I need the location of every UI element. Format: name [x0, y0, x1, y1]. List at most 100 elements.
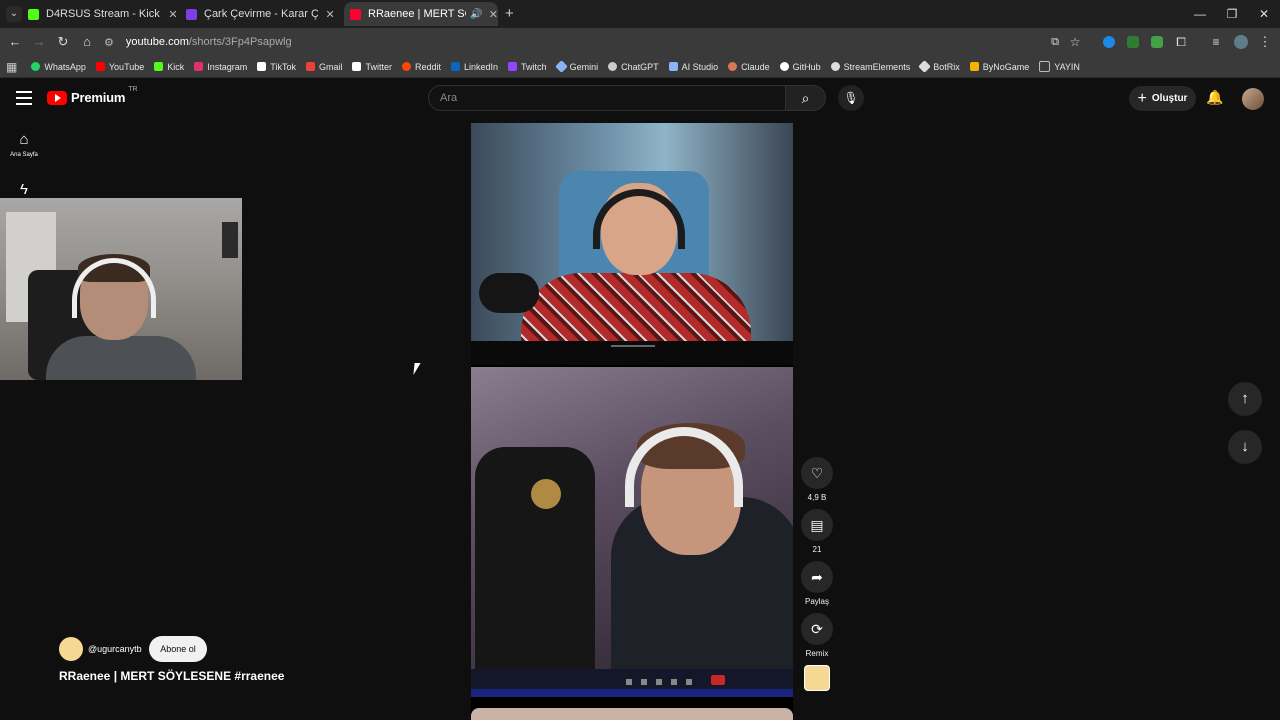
- botrix-icon: [918, 60, 932, 73]
- bookmark-github[interactable]: GitHub: [779, 62, 821, 72]
- claude-icon: [728, 62, 738, 71]
- bookmark-botrix[interactable]: BotRix: [918, 60, 960, 73]
- youtube-shorts-page: Premium TR Ara ⌕ 🎙 + Oluştur 🔔 ⌂ Ana Say…: [0, 79, 1280, 720]
- tab-kick-dashboard[interactable]: D4RSUS Stream - Kick Dashboo ✕: [28, 2, 178, 26]
- close-tab-icon[interactable]: ✕: [324, 8, 336, 21]
- heart-icon: ♡: [801, 457, 833, 489]
- gmail-icon: [305, 62, 315, 71]
- tab-search-button[interactable]: ⌄: [6, 6, 22, 22]
- bookmarks-bar: ▦ WhatsApp YouTube Kick Instagram TikTok…: [0, 56, 1280, 78]
- share-label: Paylaş: [804, 597, 829, 606]
- site-info-icon[interactable]: ⚙: [104, 36, 114, 49]
- forward-icon[interactable]: →: [31, 34, 47, 50]
- search-input[interactable]: Ara: [428, 85, 786, 111]
- next-short-preview[interactable]: [471, 708, 793, 720]
- bookmark-whatsapp[interactable]: WhatsApp: [31, 62, 86, 72]
- tiktok-icon: [257, 62, 267, 71]
- mouse-cursor: [413, 363, 421, 375]
- bookmark-star-icon[interactable]: ☆: [1067, 34, 1083, 50]
- bookmark-label: ChatGPT: [621, 61, 659, 72]
- previous-short-button[interactable]: ↑: [1228, 382, 1262, 416]
- share-button[interactable]: ➦ Paylaş: [801, 561, 833, 606]
- home-icon[interactable]: ⌂: [79, 34, 95, 50]
- bookmark-twitch[interactable]: Twitch: [508, 62, 547, 72]
- sidebar-item-home[interactable]: ⌂ Ana Sayfa: [0, 131, 48, 158]
- bynogame-icon: [969, 62, 979, 71]
- shorts-video-player[interactable]: [471, 123, 793, 720]
- bookmark-linkedin[interactable]: LinkedIn: [451, 62, 498, 72]
- restore-button[interactable]: ❐: [1216, 0, 1248, 28]
- bookmark-ai-studio[interactable]: AI Studio: [668, 61, 719, 72]
- new-tab-button[interactable]: +: [505, 5, 514, 22]
- tab-youtube-short[interactable]: RRaenee | MERT SÖYLESENE 🔊 ✕: [344, 2, 498, 26]
- region-code: TR: [128, 86, 138, 93]
- notifications-bell-icon[interactable]: 🔔: [1206, 89, 1223, 106]
- youtube-premium-logo[interactable]: Premium TR: [47, 86, 138, 105]
- browser-menu-icon[interactable]: ⋮: [1257, 34, 1273, 50]
- audio-playing-icon[interactable]: 🔊: [470, 9, 482, 20]
- address-field[interactable]: ⚙ youtube.com/shorts/3Fp4Psapwlg: [104, 30, 1104, 54]
- short-title[interactable]: RRaenee | MERT SÖYLESENE #rraenee: [59, 669, 284, 683]
- close-window-button[interactable]: ✕: [1248, 0, 1280, 28]
- tab-title: D4RSUS Stream - Kick Dashboo: [46, 8, 162, 20]
- extensions-puzzle-icon[interactable]: ⧠: [1173, 34, 1189, 50]
- bookmark-label: LinkedIn: [464, 61, 499, 72]
- arrow-down-icon: ↓: [1241, 438, 1249, 455]
- reload-icon[interactable]: ↻: [55, 34, 71, 50]
- remix-label: Remix: [805, 649, 829, 658]
- next-short-button[interactable]: ↓: [1228, 430, 1262, 464]
- bookmark-bynogame[interactable]: ByNoGame: [969, 62, 1029, 72]
- bookmark-label: WhatsApp: [44, 61, 86, 72]
- bookmark-streamelements[interactable]: StreamElements: [830, 62, 910, 72]
- bookmark-youtube[interactable]: YouTube: [95, 62, 144, 72]
- install-app-icon[interactable]: ⧉: [1047, 34, 1063, 50]
- bookmark-claude[interactable]: Claude: [728, 62, 770, 72]
- video-caption-strip: [471, 341, 793, 365]
- minimize-button[interactable]: —: [1184, 0, 1216, 28]
- bookmark-reddit[interactable]: Reddit: [402, 62, 441, 72]
- profile-icon[interactable]: [1234, 35, 1248, 49]
- extension-icon[interactable]: [1103, 36, 1115, 48]
- close-tab-icon[interactable]: ✕: [168, 8, 178, 21]
- apps-grid-icon[interactable]: ▦: [6, 60, 17, 74]
- bookmark-twitter[interactable]: Twitter: [352, 62, 392, 72]
- extension-icon[interactable]: [1151, 36, 1163, 48]
- bookmark-kick[interactable]: Kick: [154, 62, 184, 72]
- account-avatar[interactable]: [1242, 88, 1264, 110]
- channel-thumbnail[interactable]: [804, 665, 830, 691]
- media-control-icon[interactable]: ≡: [1208, 34, 1224, 50]
- bookmark-label: YAYIN: [1054, 61, 1080, 72]
- bookmark-tiktok[interactable]: TikTok: [257, 62, 296, 72]
- bookmark-chatgpt[interactable]: ChatGPT: [608, 62, 659, 72]
- comments-button[interactable]: ▤ 21: [801, 509, 833, 554]
- gemini-icon: [554, 60, 568, 73]
- bookmark-label: AI Studio: [681, 61, 719, 72]
- tab-wheel-spinner[interactable]: Çark Çevirme - Karar Çarkı! ✕: [186, 2, 336, 26]
- bookmark-folder-yayin[interactable]: YAYIN: [1039, 61, 1080, 72]
- channel-avatar[interactable]: [59, 637, 83, 661]
- arrow-up-icon: ↑: [1241, 390, 1249, 407]
- bookmark-gemini[interactable]: Gemini: [554, 60, 598, 73]
- shorts-icon: ϟ: [20, 181, 28, 198]
- bookmark-label: Instagram: [207, 61, 248, 72]
- github-icon: [779, 62, 789, 71]
- url-path: /shorts/3Fp4Psapwlg: [188, 36, 292, 48]
- create-label: Oluştur: [1151, 93, 1188, 104]
- create-button[interactable]: + Oluştur: [1129, 86, 1196, 111]
- bookmark-instagram[interactable]: Instagram: [194, 62, 247, 72]
- sidebar-item-shorts[interactable]: ϟ: [0, 181, 48, 198]
- folder-icon: [1039, 61, 1051, 72]
- like-button[interactable]: ♡ 4,9 B: [801, 457, 833, 502]
- back-icon[interactable]: ←: [7, 34, 23, 50]
- menu-icon[interactable]: [16, 91, 32, 105]
- close-tab-icon[interactable]: ✕: [489, 8, 498, 21]
- search-placeholder: Ara: [440, 92, 458, 104]
- remix-button[interactable]: ⟳ Remix: [801, 613, 833, 658]
- bookmark-gmail[interactable]: Gmail: [305, 62, 342, 72]
- search-button[interactable]: ⌕: [786, 85, 826, 111]
- extension-icon[interactable]: [1127, 36, 1139, 48]
- subscribe-button[interactable]: Abone ol: [149, 636, 207, 662]
- voice-search-button[interactable]: 🎙: [838, 85, 864, 111]
- channel-handle[interactable]: @ugurcanytb: [88, 644, 142, 654]
- url-host: youtube.com: [125, 36, 189, 48]
